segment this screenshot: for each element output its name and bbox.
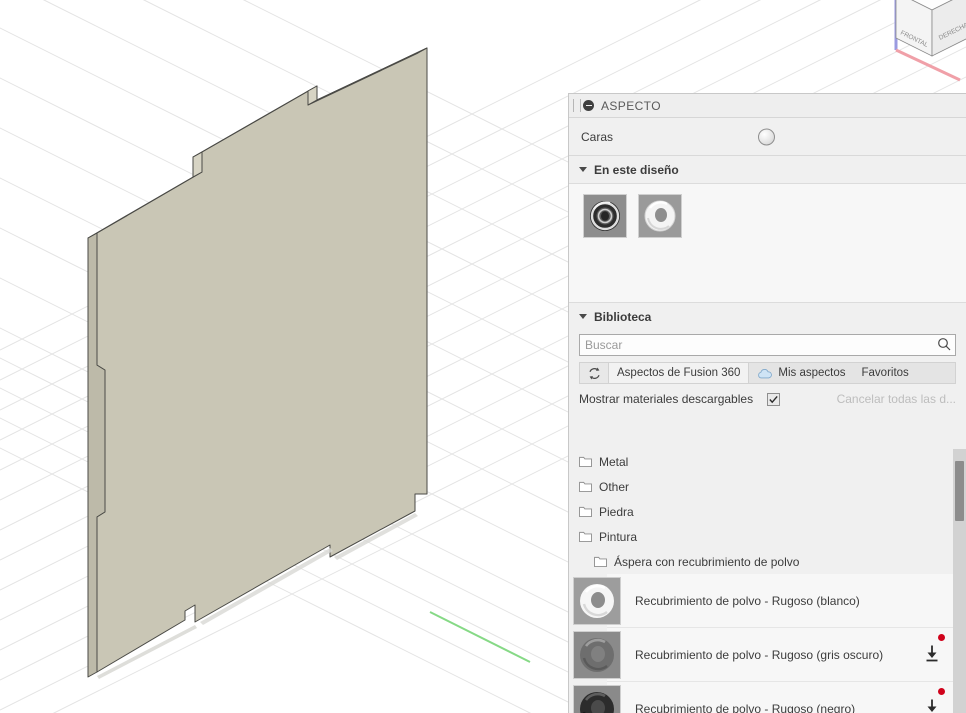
design-swatch-area[interactable]	[569, 183, 966, 303]
download-icon[interactable]	[922, 643, 942, 666]
cloud-icon	[757, 368, 773, 379]
search-input[interactable]	[579, 334, 956, 356]
swatch-dark-chrome[interactable]	[583, 194, 627, 238]
folder-icon	[579, 506, 592, 517]
material-name: Recubrimiento de polvo - Rugoso (blanco)	[635, 593, 860, 608]
download-icon[interactable]	[922, 697, 942, 713]
tab-favoritos[interactable]: Favoritos	[854, 363, 917, 383]
material-thumbnail	[573, 684, 621, 713]
material-thumbnail	[573, 630, 621, 679]
downloadable-label: Mostrar materiales descargables	[579, 392, 754, 406]
checkmark-icon	[769, 395, 778, 403]
folder-icon	[579, 531, 592, 542]
x-axis-indicator	[895, 48, 961, 82]
circle-selector-icon[interactable]	[758, 128, 775, 145]
tree-item-label: Other	[599, 479, 630, 494]
library-tabs[interactable]: Aspectos de Fusion 360 Mis aspectos Favo…	[579, 362, 956, 384]
tree-item-pintura[interactable]: Pintura	[569, 524, 966, 549]
tree-item-metal[interactable]: Metal	[569, 449, 966, 474]
refresh-icon[interactable]	[580, 363, 609, 383]
design-section-title: En este diseño	[594, 162, 679, 177]
tab-label: Mis aspectos	[778, 367, 846, 379]
new-badge-dot	[938, 688, 945, 695]
library-search-wrap[interactable]	[579, 334, 956, 356]
new-badge-dot	[938, 634, 945, 641]
folder-icon	[594, 556, 607, 567]
tree-item-other[interactable]: Other	[569, 474, 966, 499]
tab-aspectos-fusion-360[interactable]: Aspectos de Fusion 360	[609, 363, 750, 383]
library-section-title: Biblioteca	[594, 309, 652, 324]
design-section-header[interactable]: En este diseño	[569, 156, 966, 183]
tree-item-piedra[interactable]: Piedra	[569, 499, 966, 524]
view-cube[interactable]: SUPERIOR FRONTAL DERECHA	[874, 0, 966, 84]
aspect-panel[interactable]: ASPECTO Caras En este diseño Biblioteca …	[568, 93, 966, 713]
library-section-header[interactable]: Biblioteca	[569, 303, 966, 330]
folder-icon	[579, 481, 592, 492]
material-thumbnail	[573, 576, 621, 625]
downloadable-checkbox[interactable]	[767, 392, 781, 406]
caras-row[interactable]: Caras	[569, 118, 966, 156]
tab-label: Favoritos	[861, 367, 909, 379]
tree-item-label: Piedra	[599, 504, 634, 519]
viewcube-front-face	[895, 0, 933, 57]
tree-item-label: Pintura	[599, 529, 638, 544]
downloadable-materials-row[interactable]: Mostrar materiales descargables Cancelar…	[579, 392, 956, 406]
material-row-negro[interactable]: Recubrimiento de polvo - Rugoso (negro)	[573, 682, 954, 713]
library-tree[interactable]: Metal Other Piedra Pintura Áspera con re…	[569, 449, 966, 713]
chevron-down-icon[interactable]	[579, 314, 587, 319]
drag-handle-icon[interactable]	[573, 99, 581, 112]
tab-mis-aspectos[interactable]: Mis aspectos	[749, 363, 853, 383]
material-row-gris-oscuro[interactable]: Recubrimiento de polvo - Rugoso (gris os…	[573, 628, 954, 682]
tree-item-label: Áspera con recubrimiento de polvo	[614, 554, 800, 569]
folder-icon	[579, 456, 592, 467]
tree-item-label: Metal	[599, 454, 629, 469]
material-row-blanco[interactable]: Recubrimiento de polvo - Rugoso (blanco)	[573, 574, 954, 628]
cancel-downloads-button[interactable]: Cancelar todas las d...	[837, 392, 956, 406]
caras-label: Caras	[581, 129, 614, 144]
aspect-panel-titlebar[interactable]: ASPECTO	[569, 94, 966, 118]
library-scrollbar[interactable]	[953, 449, 966, 713]
tree-item-aspera-recubrimiento-polvo[interactable]: Áspera con recubrimiento de polvo	[569, 549, 966, 574]
material-name: Recubrimiento de polvo - Rugoso (gris os…	[635, 647, 884, 662]
material-name: Recubrimiento de polvo - Rugoso (negro)	[635, 701, 856, 713]
swatch-white-powder-coat[interactable]	[638, 194, 683, 238]
chevron-down-icon[interactable]	[579, 167, 587, 172]
tab-label: Aspectos de Fusion 360	[617, 367, 741, 379]
aspect-panel-title: ASPECTO	[601, 98, 661, 113]
library-scrollbar-thumb[interactable]	[955, 461, 964, 521]
minus-circle-icon[interactable]	[583, 100, 594, 111]
